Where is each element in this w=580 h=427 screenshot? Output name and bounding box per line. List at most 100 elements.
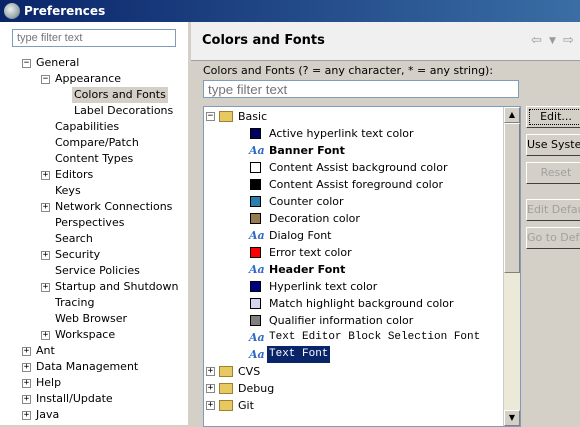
color-item[interactable]: Decoration color: [250, 210, 502, 227]
tree-item[interactable]: + Help: [0, 375, 186, 391]
button-use-system-font[interactable]: Use System Font: [526, 134, 580, 156]
item-label: Active hyperlink text color: [269, 127, 414, 140]
tree-item[interactable]: Colors and Fonts: [0, 87, 186, 103]
color-item[interactable]: Error text color: [250, 244, 502, 261]
forward-arrow-icon[interactable]: ⇨: [563, 33, 574, 48]
tree-item-label: Web Browser: [55, 312, 128, 325]
item-label: Text Editor Block Selection Font: [269, 331, 481, 343]
preference-navigator: − General − Appearance Colors and Fonts Label…: [0, 22, 189, 425]
window-title-bar: Preferences: [0, 0, 580, 22]
expand-icon[interactable]: +: [22, 347, 31, 356]
tree-item[interactable]: Content Types: [0, 151, 186, 167]
tree-item[interactable]: − General: [0, 55, 186, 71]
expand-icon[interactable]: +: [22, 411, 31, 420]
expand-icon[interactable]: +: [206, 401, 215, 410]
category-label: Basic: [238, 110, 268, 123]
color-item[interactable]: Content Assist foreground color: [250, 176, 502, 193]
tree-item-label: Capabilities: [55, 120, 120, 133]
tree-item[interactable]: − Appearance: [0, 71, 186, 87]
button-edit-default[interactable]: Edit Default...: [526, 199, 580, 221]
back-arrow-icon[interactable]: ⇦: [531, 33, 542, 48]
color-item[interactable]: Content Assist background color: [250, 159, 502, 176]
tree-item[interactable]: + Startup and Shutdown: [0, 279, 186, 295]
tree-item[interactable]: + Security: [0, 247, 186, 263]
tree-item-label: Data Management: [36, 360, 139, 373]
color-swatch-icon: [250, 128, 261, 139]
font-icon: Aa: [249, 144, 265, 157]
font-item[interactable]: Aa Banner Font: [249, 142, 502, 159]
collapse-icon[interactable]: −: [206, 112, 215, 121]
font-icon: Aa: [249, 229, 265, 242]
font-item[interactable]: Aa Text Font: [249, 346, 502, 363]
scroll-down-icon[interactable]: ▼: [504, 410, 520, 426]
color-item[interactable]: Hyperlink text color: [250, 278, 502, 295]
tree-item-label: Network Connections: [55, 200, 173, 213]
expand-icon[interactable]: +: [41, 283, 50, 292]
color-swatch-icon: [250, 298, 261, 309]
color-swatch-icon: [250, 213, 261, 224]
color-item[interactable]: Match highlight background color: [250, 295, 502, 312]
tree-item-label: General: [36, 56, 80, 69]
collapse-icon[interactable]: −: [22, 59, 31, 68]
expand-icon[interactable]: +: [22, 379, 31, 388]
tree-item[interactable]: + Data Management: [0, 359, 186, 375]
tree-item[interactable]: + Java: [0, 407, 186, 423]
button-go-to-default[interactable]: Go to Default: [526, 227, 580, 249]
font-item[interactable]: Aa Text Editor Block Selection Font: [249, 329, 502, 346]
category-row[interactable]: + CVS: [204, 363, 502, 380]
tree-item[interactable]: Search: [0, 231, 186, 247]
window-title: Preferences: [24, 4, 106, 18]
tree-item[interactable]: Web Browser: [0, 311, 186, 327]
expand-icon[interactable]: +: [206, 367, 215, 376]
category-row[interactable]: − Basic: [204, 108, 502, 125]
font-icon: Aa: [249, 331, 265, 344]
tree-item[interactable]: Capabilities: [0, 119, 186, 135]
button-edit[interactable]: Edit...: [526, 106, 580, 128]
font-item[interactable]: Aa Dialog Font: [249, 227, 502, 244]
expand-icon[interactable]: +: [41, 331, 50, 340]
color-swatch-icon: [250, 179, 261, 190]
font-item[interactable]: Aa Header Font: [249, 261, 502, 278]
collapse-icon[interactable]: −: [41, 75, 50, 84]
color-item[interactable]: Counter color: [250, 193, 502, 210]
scroll-up-icon[interactable]: ▲: [504, 107, 520, 123]
expand-icon[interactable]: +: [22, 395, 31, 404]
expand-icon[interactable]: +: [22, 363, 31, 372]
vertical-scrollbar[interactable]: ▲ ▼: [503, 107, 520, 426]
item-label: Match highlight background color: [269, 297, 454, 310]
category-row[interactable]: + Git: [204, 397, 502, 414]
expand-icon[interactable]: +: [41, 203, 50, 212]
color-swatch-icon: [250, 315, 261, 326]
button-reset[interactable]: Reset: [526, 162, 580, 184]
tree-item[interactable]: Compare/Patch: [0, 135, 186, 151]
tree-item[interactable]: Perspectives: [0, 215, 186, 231]
right-filter-input[interactable]: [203, 80, 519, 98]
expand-icon[interactable]: +: [206, 384, 215, 393]
tree-item[interactable]: + Network Connections: [0, 199, 186, 215]
scroll-thumb[interactable]: [504, 123, 520, 273]
tree-item[interactable]: + Ant: [0, 343, 186, 359]
color-item[interactable]: Qualifier information color: [250, 312, 502, 329]
tree-item-label: Search: [55, 232, 93, 245]
category-label: CVS: [238, 365, 261, 378]
left-filter-input[interactable]: [12, 29, 176, 47]
item-label: Header Font: [269, 263, 346, 276]
tree-item-label: Startup and Shutdown: [55, 280, 179, 293]
tree-item[interactable]: + Workspace: [0, 327, 186, 343]
color-item[interactable]: Active hyperlink text color: [250, 125, 502, 142]
colors-fonts-tree[interactable]: − Basic Active hyperlink text color Aa Banne…: [203, 106, 521, 427]
tree-item[interactable]: + Editors: [0, 167, 186, 183]
tree-item[interactable]: Tracing: [0, 295, 186, 311]
tree-item[interactable]: Service Policies: [0, 263, 186, 279]
category-row[interactable]: + Debug: [204, 380, 502, 397]
folder-icon: [219, 400, 233, 411]
tree-item-label: Perspectives: [55, 216, 125, 229]
tree-item[interactable]: + Install/Update: [0, 391, 186, 407]
menu-dropdown-icon[interactable]: ▼: [549, 36, 556, 46]
folder-icon: [219, 111, 233, 122]
tree-item[interactable]: Keys: [0, 183, 186, 199]
expand-icon[interactable]: +: [41, 251, 50, 260]
expand-icon[interactable]: +: [41, 171, 50, 180]
tree-item-label: Editors: [55, 168, 94, 181]
tree-item[interactable]: Label Decorations: [0, 103, 186, 119]
